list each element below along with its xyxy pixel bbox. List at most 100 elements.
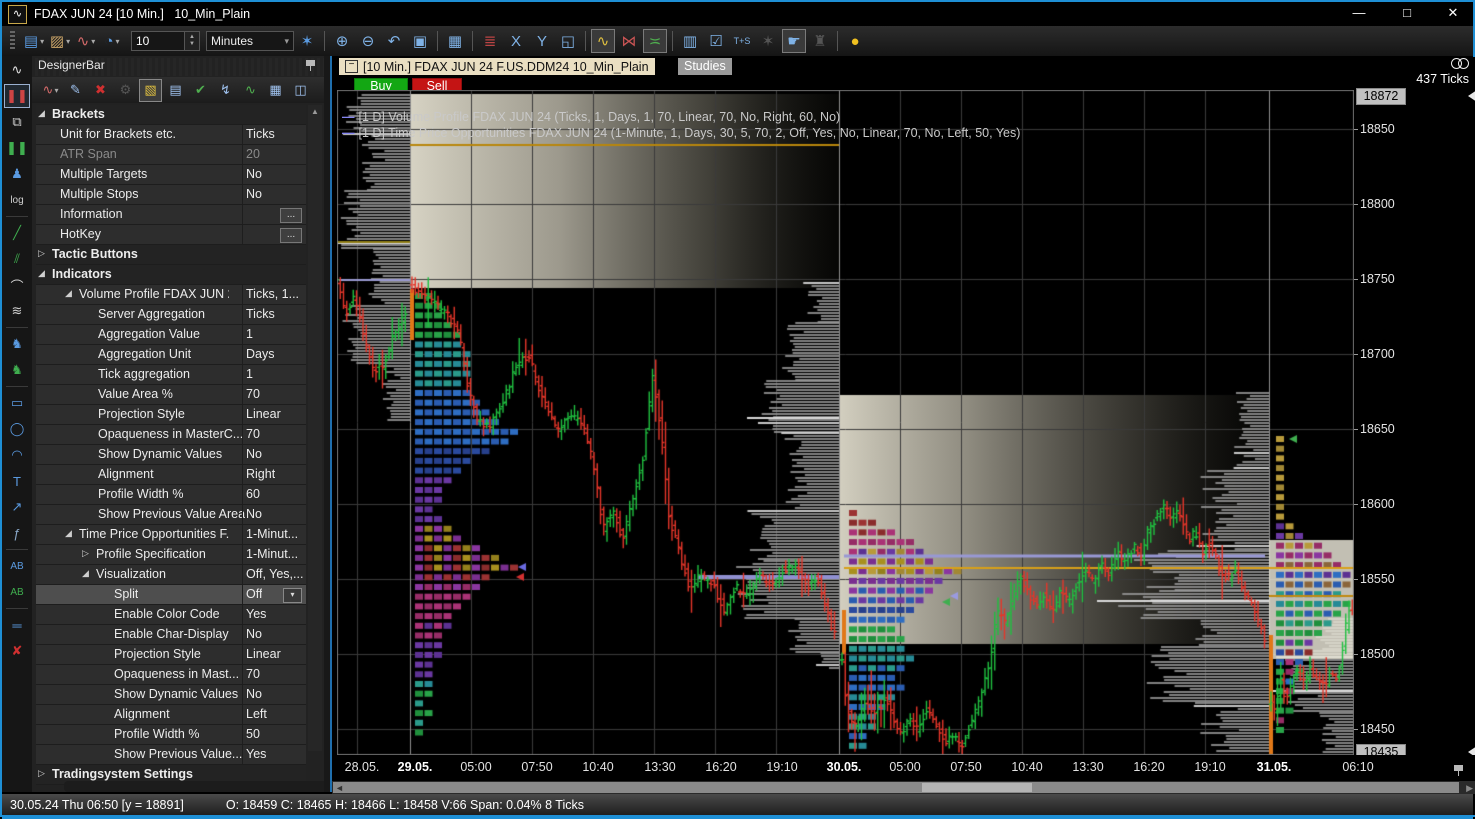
maximize-button[interactable]: □ bbox=[1387, 4, 1427, 23]
fit-chart-button[interactable]: ▣ bbox=[408, 29, 432, 53]
property-value[interactable]: Off, Yes,... bbox=[246, 567, 303, 581]
expand-icon[interactable]: ▷ bbox=[38, 768, 45, 779]
open-folder-button[interactable]: ▨ bbox=[48, 29, 72, 53]
studies-button[interactable]: Studies bbox=[678, 58, 732, 75]
property-row-aggregation-unit[interactable]: Aggregation UnitDays bbox=[36, 345, 306, 365]
property-row-multiple-stops[interactable]: Multiple StopsNo bbox=[36, 185, 306, 205]
property-row-server-aggregation[interactable]: Server AggregationTicks bbox=[36, 305, 306, 325]
hscroll-left-arrow[interactable]: ◄ bbox=[335, 783, 344, 793]
legend-volume-profile[interactable]: — [1 D] Volume Profile FDAX JUN 24 (Tick… bbox=[342, 109, 840, 124]
zoom-in-button[interactable]: ⊕ bbox=[330, 29, 354, 53]
minimize-button[interactable]: — bbox=[1339, 4, 1379, 23]
property-value[interactable]: Ticks bbox=[246, 127, 275, 141]
multi-lines-tool[interactable]: ≋ bbox=[4, 299, 30, 323]
property-value[interactable]: Linear bbox=[246, 407, 281, 421]
x-axis-button[interactable]: X bbox=[504, 29, 528, 53]
arrow-tool[interactable]: ↗ bbox=[4, 495, 30, 519]
collapse-tab-icon[interactable]: − bbox=[345, 60, 358, 73]
panel-splitter[interactable] bbox=[324, 56, 332, 792]
property-value[interactable]: 1 bbox=[246, 367, 253, 381]
rescale-button[interactable]: ◱ bbox=[556, 29, 580, 53]
zoom-out-button[interactable]: ⊖ bbox=[356, 29, 380, 53]
channel-tool[interactable]: ⫽ bbox=[4, 247, 30, 271]
link-flow-button[interactable]: ↯ bbox=[214, 79, 237, 102]
new-chart-button[interactable]: ∿ bbox=[74, 29, 98, 53]
property-value[interactable]: Yes bbox=[246, 747, 266, 761]
volume-profile-button[interactable]: ▥ bbox=[678, 29, 702, 53]
property-row-show-previous-value-area[interactable]: Show Previous Value AreaNo bbox=[36, 505, 306, 525]
dropdown-button[interactable]: ▾ bbox=[283, 588, 302, 603]
pin-icon[interactable] bbox=[306, 60, 316, 72]
property-value[interactable]: Yes bbox=[246, 607, 266, 621]
grid-lines-button[interactable]: ≣ bbox=[478, 29, 502, 53]
property-row-alignment[interactable]: AlignmentRight bbox=[36, 465, 306, 485]
unit-select[interactable]: Minutes▾ bbox=[206, 31, 294, 51]
property-value[interactable]: 70 bbox=[246, 667, 260, 681]
property-row-show-previous-value[interactable]: Show Previous Value...Yes bbox=[36, 745, 306, 765]
toolbar-grip[interactable] bbox=[10, 31, 15, 51]
property-row-enable-color-code[interactable]: Enable Color CodeYes bbox=[36, 605, 306, 625]
collapse-icon[interactable]: ◢ bbox=[65, 288, 72, 299]
edit-chart-button[interactable]: ▧ bbox=[139, 79, 162, 102]
property-value[interactable]: Ticks bbox=[246, 307, 275, 321]
compress-candles-button[interactable]: ≍ bbox=[643, 29, 667, 53]
property-value[interactable]: 1-Minut... bbox=[246, 527, 298, 541]
bar-chart-tool[interactable]: ⧉ bbox=[4, 110, 30, 134]
property-value[interactable]: Right bbox=[246, 467, 275, 481]
period-clock-button[interactable]: ◔ bbox=[100, 29, 124, 53]
property-row-split[interactable]: SplitOff▾ bbox=[36, 585, 306, 605]
property-row-atr-span[interactable]: ATR Span20 bbox=[36, 145, 306, 165]
print-button[interactable]: ▤ bbox=[164, 79, 187, 102]
knight-green-tool[interactable]: ♞ bbox=[4, 358, 30, 382]
property-row-unit-for-brackets-etc[interactable]: Unit for Brackets etc.Ticks bbox=[36, 125, 306, 145]
collapse-icon[interactable]: ◢ bbox=[82, 568, 89, 579]
brush-button[interactable]: ✎ bbox=[64, 79, 87, 102]
property-value[interactable]: No bbox=[246, 447, 262, 461]
property-value[interactable]: 70 bbox=[246, 427, 260, 441]
collapse-icon[interactable]: ◢ bbox=[65, 528, 72, 539]
property-value[interactable]: No bbox=[246, 167, 262, 181]
property-row-brackets[interactable]: ◢Brackets bbox=[36, 105, 306, 125]
collapse-icon[interactable]: ◢ bbox=[38, 268, 45, 279]
compress-x-button[interactable]: ⋈ bbox=[617, 29, 641, 53]
property-row-opaqueness-in-masterc[interactable]: Opaqueness in MasterC...70 bbox=[36, 425, 306, 445]
property-row-show-dynamic-values[interactable]: Show Dynamic ValuesNo bbox=[36, 685, 306, 705]
abc-pattern-green-tool[interactable]: AB bbox=[4, 580, 30, 604]
property-value[interactable]: Linear bbox=[246, 647, 281, 661]
property-value[interactable]: No bbox=[246, 687, 262, 701]
property-value[interactable]: 1-Minut... bbox=[246, 547, 298, 561]
log-scale-tool[interactable]: log bbox=[4, 188, 30, 212]
property-row-aggregation-value[interactable]: Aggregation Value1 bbox=[36, 325, 306, 345]
chart-canvas[interactable] bbox=[337, 90, 1354, 755]
colored-bars-tool[interactable]: ❚❚ bbox=[4, 136, 30, 160]
property-value[interactable]: 20 bbox=[246, 147, 260, 161]
property-value[interactable]: 50 bbox=[246, 727, 260, 741]
add-indicator-button[interactable]: ∿ bbox=[39, 79, 62, 102]
property-value[interactable]: Left bbox=[246, 707, 267, 721]
traders-group-tool[interactable]: ♟ bbox=[4, 162, 30, 186]
property-row-tick-aggregation[interactable]: Tick aggregation1 bbox=[36, 365, 306, 385]
settings-gear-button[interactable]: ⚙ bbox=[114, 79, 137, 102]
property-row-hotkey[interactable]: HotKey... bbox=[36, 225, 306, 245]
property-grid-scrollbar[interactable]: ▲ bbox=[308, 105, 322, 751]
text-tool[interactable]: T bbox=[4, 469, 30, 493]
property-value[interactable]: Off bbox=[246, 587, 262, 601]
property-row-alignment[interactable]: AlignmentLeft bbox=[36, 705, 306, 725]
property-value[interactable]: 60 bbox=[246, 487, 260, 501]
interval-input[interactable]: 10 bbox=[131, 31, 185, 51]
fibonacci-tool[interactable]: ƒ bbox=[4, 521, 30, 545]
ellipse-tool[interactable]: ◯ bbox=[4, 417, 30, 441]
knight-blue-tool[interactable]: ♞ bbox=[4, 332, 30, 356]
property-row-profile-width[interactable]: Profile Width %50 bbox=[36, 725, 306, 745]
data-table-button[interactable]: ▦ bbox=[264, 79, 287, 102]
close-button[interactable]: ✕ bbox=[1433, 4, 1473, 23]
line-chart-tool[interactable]: ∿ bbox=[4, 58, 30, 82]
rectangle-tool[interactable]: ▭ bbox=[4, 391, 30, 415]
property-row-show-dynamic-values[interactable]: Show Dynamic ValuesNo bbox=[36, 445, 306, 465]
property-row-information[interactable]: Information... bbox=[36, 205, 306, 225]
property-row-projection-style[interactable]: Projection StyleLinear bbox=[36, 405, 306, 425]
property-row-visualization[interactable]: ◢VisualizationOff, Yes,... bbox=[36, 565, 306, 585]
hand-drag-button[interactable]: ☛ bbox=[782, 29, 806, 53]
ruler-tool[interactable]: ═ bbox=[4, 613, 30, 637]
property-row-volume-profile-fdax-jun-24[interactable]: ◢Volume Profile FDAX JUN 24Ticks, 1... bbox=[36, 285, 306, 305]
